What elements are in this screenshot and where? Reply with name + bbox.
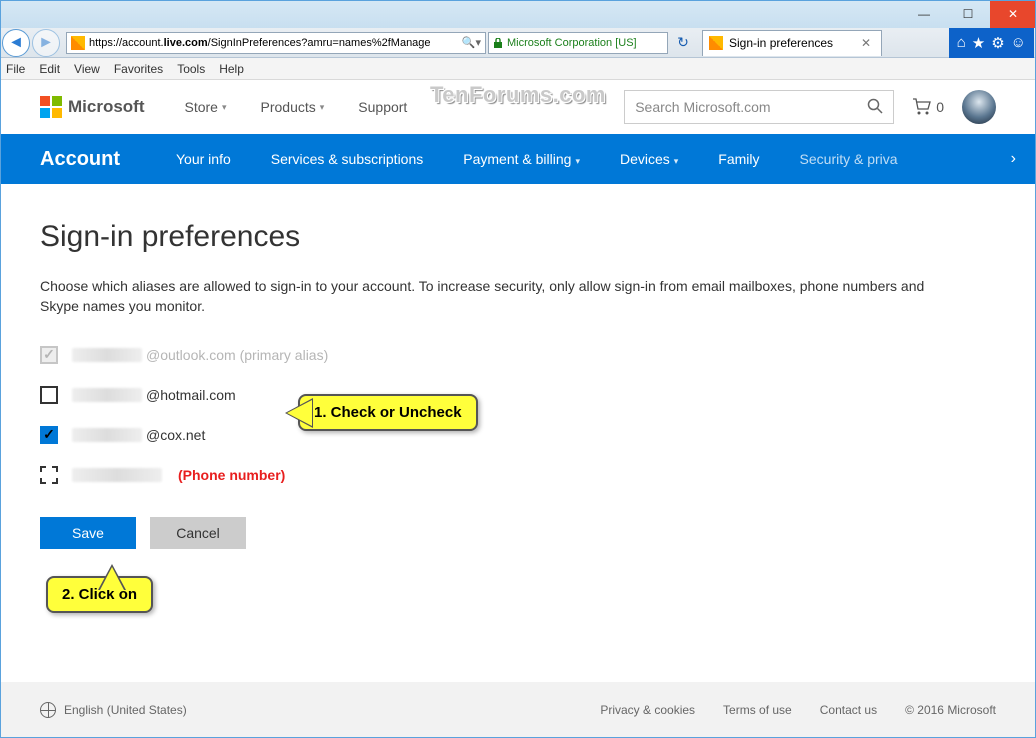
- menu-file[interactable]: File: [6, 62, 25, 76]
- language-selector[interactable]: English (United States): [40, 702, 187, 718]
- forward-button[interactable]: ►: [32, 29, 60, 57]
- tab-title: Sign-in preferences: [729, 36, 833, 50]
- globe-icon: [40, 702, 56, 718]
- browser-toolbar-right: ⌂ ★ ⚙ ☺: [949, 28, 1034, 58]
- menu-edit[interactable]: Edit: [39, 62, 60, 76]
- search-icon[interactable]: [867, 98, 883, 117]
- security-indicator[interactable]: Microsoft Corporation [US]: [488, 32, 668, 54]
- site-favicon: [71, 36, 85, 50]
- main-nav: Store▾ Products▾ Support: [185, 99, 408, 115]
- lock-icon: [493, 38, 503, 48]
- ms-logo-text: Microsoft: [68, 97, 145, 117]
- alias-label: @hotmail.com: [146, 387, 236, 403]
- alias-row-cox: @cox.net: [40, 415, 996, 455]
- nav-family[interactable]: Family: [718, 151, 759, 167]
- tab-favicon: [709, 36, 723, 50]
- footer-privacy[interactable]: Privacy & cookies: [600, 703, 695, 717]
- footer-terms[interactable]: Terms of use: [723, 703, 792, 717]
- button-row: Save Cancel: [40, 517, 996, 549]
- minimize-button[interactable]: —: [902, 0, 946, 28]
- cart-icon: [912, 98, 932, 116]
- page-description: Choose which aliases are allowed to sign…: [40, 276, 960, 317]
- refresh-button[interactable]: ↻: [672, 34, 694, 51]
- menu-help[interactable]: Help: [219, 62, 244, 76]
- redacted-text: [72, 388, 142, 402]
- nav-products[interactable]: Products▾: [261, 99, 325, 115]
- browser-navbar: ◄ ► https://account.live.com/SignInPrefe…: [0, 28, 1036, 58]
- dropdown-icon[interactable]: ▾: [475, 36, 481, 49]
- menu-view[interactable]: View: [74, 62, 100, 76]
- home-icon[interactable]: ⌂: [957, 34, 966, 52]
- microsoft-logo[interactable]: Microsoft: [40, 96, 145, 118]
- menu-tools[interactable]: Tools: [177, 62, 205, 76]
- browser-menubar: File Edit View Favorites Tools Help: [0, 58, 1036, 80]
- close-button[interactable]: ✕: [990, 0, 1036, 28]
- redacted-text: [72, 348, 142, 362]
- ms-logo-icon: [40, 96, 62, 118]
- account-nav: Account Your info Services & subscriptio…: [0, 134, 1036, 184]
- phone-number-label: (Phone number): [178, 467, 285, 483]
- alias-row-phone: (Phone number): [40, 455, 996, 495]
- maximize-button[interactable]: ☐: [946, 0, 990, 28]
- alias-checkbox[interactable]: [40, 386, 58, 404]
- nav-scroll-right-icon[interactable]: ›: [1011, 150, 1016, 168]
- cart-count: 0: [936, 99, 944, 115]
- window-titlebar: — ☐ ✕: [0, 0, 1036, 28]
- save-button[interactable]: Save: [40, 517, 136, 549]
- alias-row-primary: @outlook.com (primary alias): [40, 335, 996, 375]
- alias-row-hotmail: @hotmail.com: [40, 375, 996, 415]
- footer-contact[interactable]: Contact us: [820, 703, 877, 717]
- feedback-icon[interactable]: ☺: [1011, 34, 1026, 52]
- nav-support[interactable]: Support: [358, 99, 407, 115]
- nav-your-info[interactable]: Your info: [176, 151, 231, 167]
- alias-checkbox-focus[interactable]: [40, 466, 58, 484]
- language-label: English (United States): [64, 703, 187, 717]
- back-button[interactable]: ◄: [2, 29, 30, 57]
- footer-copyright: © 2016 Microsoft: [905, 703, 996, 717]
- annotation-callout-2: 2. Click on: [46, 576, 153, 613]
- settings-icon[interactable]: ⚙: [991, 34, 1004, 52]
- address-bar[interactable]: https://account.live.com/SignInPreferenc…: [66, 32, 486, 54]
- redacted-text: [72, 428, 142, 442]
- url-text: https://account.live.com/SignInPreferenc…: [89, 37, 457, 49]
- browser-tab[interactable]: Sign-in preferences ✕: [702, 30, 882, 56]
- nav-devices[interactable]: Devices▾: [620, 151, 678, 167]
- search-placeholder: Search Microsoft.com: [635, 99, 770, 115]
- alias-checkbox-disabled: [40, 346, 58, 364]
- menu-favorites[interactable]: Favorites: [114, 62, 163, 76]
- cancel-button[interactable]: Cancel: [150, 517, 246, 549]
- page-body: TenForums.com Microsoft Store▾ Products▾…: [0, 80, 1036, 738]
- nav-payment[interactable]: Payment & billing▾: [463, 151, 580, 167]
- cart-button[interactable]: 0: [912, 98, 944, 116]
- user-avatar[interactable]: [962, 90, 996, 124]
- site-header: Microsoft Store▾ Products▾ Support Searc…: [0, 80, 1036, 134]
- favorites-icon[interactable]: ★: [972, 34, 985, 52]
- tab-strip: Sign-in preferences ✕: [702, 30, 949, 56]
- nav-store[interactable]: Store▾: [185, 99, 227, 115]
- alias-checkbox-checked[interactable]: [40, 426, 58, 444]
- security-label: Microsoft Corporation [US]: [507, 37, 637, 49]
- alias-label: @outlook.com (primary alias): [146, 347, 328, 363]
- tab-close-icon[interactable]: ✕: [857, 36, 875, 50]
- page-footer: English (United States) Privacy & cookie…: [0, 682, 1036, 738]
- annotation-callout-1: 1. Check or Uncheck: [298, 394, 478, 431]
- nav-security[interactable]: Security & priva: [800, 151, 898, 167]
- redacted-text: [72, 468, 162, 482]
- page-title: Sign-in preferences: [40, 220, 996, 254]
- search-icon[interactable]: 🔍: [461, 36, 473, 49]
- nav-services[interactable]: Services & subscriptions: [271, 151, 424, 167]
- account-nav-title[interactable]: Account: [40, 148, 120, 171]
- search-input[interactable]: Search Microsoft.com: [624, 90, 894, 124]
- alias-label: @cox.net: [146, 427, 205, 443]
- main-content: Sign-in preferences Choose which aliases…: [0, 184, 1036, 585]
